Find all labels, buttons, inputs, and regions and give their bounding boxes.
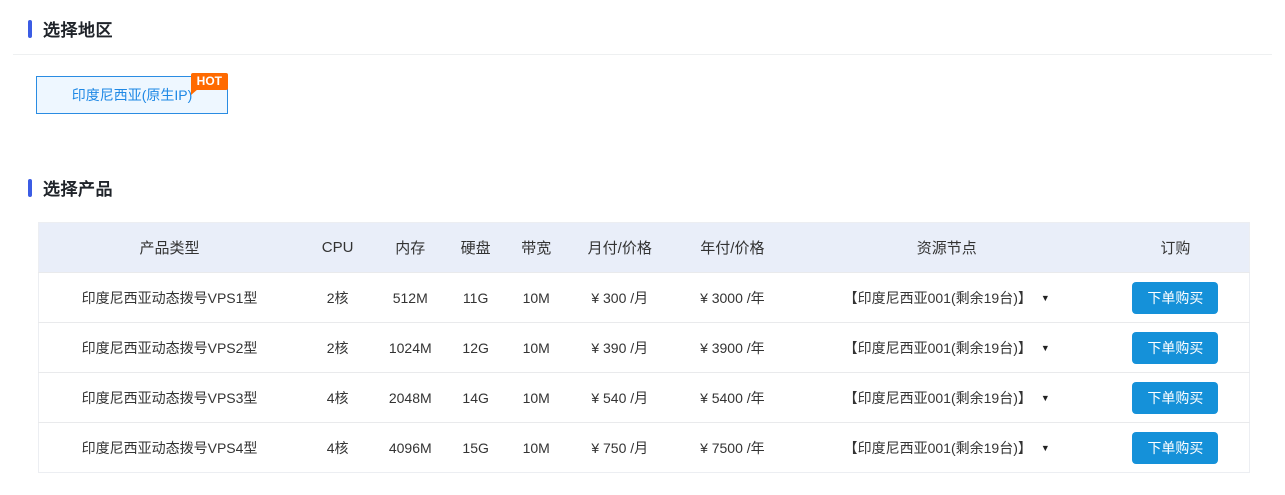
- product-disk: 11G: [445, 273, 506, 323]
- product-cpu: 4核: [300, 423, 375, 473]
- vps-purchase-page: 选择地区 印度尼西亚(原生IP) HOT 选择产品 产品类型 CPU 内存 硬盘…: [0, 0, 1285, 495]
- region-section-title: 选择地区: [28, 0, 1272, 41]
- col-header-product-type: 产品类型: [39, 223, 301, 273]
- col-header-order: 订购: [1102, 223, 1250, 273]
- order-button[interactable]: 下单购买: [1132, 382, 1218, 414]
- product-ram: 4096M: [375, 423, 445, 473]
- product-monthly-price: ¥ 390 /月: [566, 323, 673, 373]
- product-cpu: 2核: [300, 323, 375, 373]
- col-header-bandwidth: 带宽: [506, 223, 567, 273]
- accent-bar: [28, 179, 32, 197]
- product-disk: 12G: [445, 323, 506, 373]
- node-dropdown[interactable]: 【印度尼西亚001(剩余19台)】 ▼: [844, 388, 1050, 408]
- product-cpu: 4核: [300, 373, 375, 423]
- product-bandwidth: 10M: [506, 273, 567, 323]
- col-header-yearly-price: 年付/价格: [673, 223, 792, 273]
- caret-down-icon: ▼: [1041, 343, 1050, 353]
- product-title-text: 选择产品: [43, 175, 113, 200]
- accent-bar: [28, 20, 32, 38]
- product-ram: 512M: [375, 273, 445, 323]
- col-header-cpu: CPU: [300, 223, 375, 273]
- table-header-row: 产品类型 CPU 内存 硬盘 带宽 月付/价格 年付/价格 资源节点 订购: [39, 223, 1250, 273]
- node-dropdown-label: 【印度尼西亚001(剩余19台)】: [844, 438, 1032, 458]
- order-button[interactable]: 下单购买: [1132, 282, 1218, 314]
- product-name: 印度尼西亚动态拨号VPS3型: [39, 373, 301, 423]
- col-header-ram: 内存: [375, 223, 445, 273]
- col-header-node: 资源节点: [792, 223, 1102, 273]
- table-row: 印度尼西亚动态拨号VPS3型 4核 2048M 14G 10M ¥ 540 /月…: [39, 373, 1250, 423]
- table-row: 印度尼西亚动态拨号VPS4型 4核 4096M 15G 10M ¥ 750 /月…: [39, 423, 1250, 473]
- product-yearly-price: ¥ 3000 /年: [673, 273, 792, 323]
- product-monthly-price: ¥ 750 /月: [566, 423, 673, 473]
- product-table: 产品类型 CPU 内存 硬盘 带宽 月付/价格 年付/价格 资源节点 订购 印度…: [38, 222, 1250, 473]
- table-row: 印度尼西亚动态拨号VPS2型 2核 1024M 12G 10M ¥ 390 /月…: [39, 323, 1250, 373]
- col-header-monthly-price: 月付/价格: [566, 223, 673, 273]
- col-header-disk: 硬盘: [445, 223, 506, 273]
- order-button[interactable]: 下单购买: [1132, 432, 1218, 464]
- product-cpu: 2核: [300, 273, 375, 323]
- section-divider: [13, 54, 1272, 55]
- region-button-label: 印度尼西亚(原生IP): [72, 85, 193, 105]
- product-yearly-price: ¥ 5400 /年: [673, 373, 792, 423]
- product-bandwidth: 10M: [506, 323, 567, 373]
- product-bandwidth: 10M: [506, 373, 567, 423]
- product-bandwidth: 10M: [506, 423, 567, 473]
- product-disk: 15G: [445, 423, 506, 473]
- region-title-text: 选择地区: [43, 16, 113, 41]
- caret-down-icon: ▼: [1041, 443, 1050, 453]
- product-disk: 14G: [445, 373, 506, 423]
- product-monthly-price: ¥ 300 /月: [566, 273, 673, 323]
- product-ram: 1024M: [375, 323, 445, 373]
- region-button-indonesia[interactable]: 印度尼西亚(原生IP) HOT: [36, 76, 228, 114]
- product-name: 印度尼西亚动态拨号VPS4型: [39, 423, 301, 473]
- product-ram: 2048M: [375, 373, 445, 423]
- caret-down-icon: ▼: [1041, 293, 1050, 303]
- node-dropdown[interactable]: 【印度尼西亚001(剩余19台)】 ▼: [844, 438, 1050, 458]
- node-dropdown-label: 【印度尼西亚001(剩余19台)】: [844, 388, 1032, 408]
- node-dropdown[interactable]: 【印度尼西亚001(剩余19台)】 ▼: [844, 338, 1050, 358]
- hot-badge: HOT: [191, 73, 228, 90]
- table-row: 印度尼西亚动态拨号VPS1型 2核 512M 11G 10M ¥ 300 /月 …: [39, 273, 1250, 323]
- node-dropdown-label: 【印度尼西亚001(剩余19台)】: [844, 288, 1032, 308]
- caret-down-icon: ▼: [1041, 393, 1050, 403]
- node-dropdown-label: 【印度尼西亚001(剩余19台)】: [844, 338, 1032, 358]
- node-dropdown[interactable]: 【印度尼西亚001(剩余19台)】 ▼: [844, 288, 1050, 308]
- product-name: 印度尼西亚动态拨号VPS2型: [39, 323, 301, 373]
- product-section-title: 选择产品: [28, 175, 1272, 200]
- product-monthly-price: ¥ 540 /月: [566, 373, 673, 423]
- product-yearly-price: ¥ 7500 /年: [673, 423, 792, 473]
- order-button[interactable]: 下单购买: [1132, 332, 1218, 364]
- product-name: 印度尼西亚动态拨号VPS1型: [39, 273, 301, 323]
- region-options-row: 印度尼西亚(原生IP) HOT: [36, 76, 1272, 114]
- product-yearly-price: ¥ 3900 /年: [673, 323, 792, 373]
